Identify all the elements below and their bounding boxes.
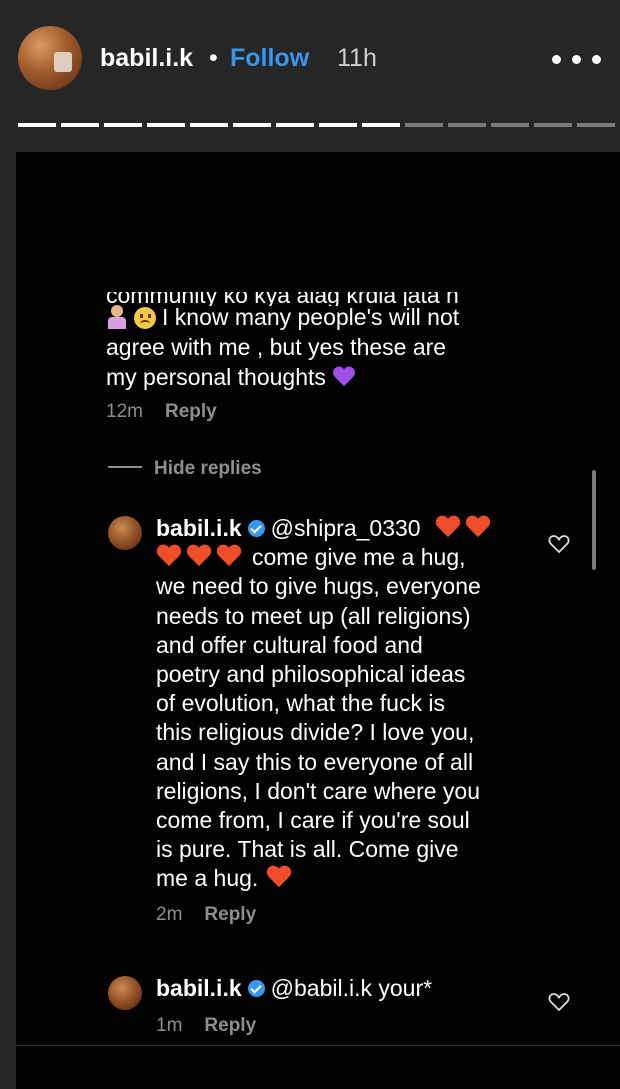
story-progress-segment	[276, 123, 314, 127]
story-progress-segment	[147, 123, 185, 127]
verified-badge-icon	[247, 520, 265, 537]
comment-line-2: agree with me , but yes these are	[106, 334, 447, 360]
sad-face-emoji-icon	[134, 307, 156, 329]
story-progress-segment	[61, 123, 99, 127]
reply1-body: babil.i.k @shipra_0330 come give me a hug…	[156, 514, 556, 926]
hide-replies-button[interactable]: Hide replies	[108, 458, 262, 480]
story-progress-segment	[405, 123, 443, 127]
hide-replies-line	[108, 466, 142, 468]
reply2-text: @babil.i.k your*	[270, 975, 433, 1001]
reply1-line: this religious divide? I love you,	[156, 719, 475, 746]
orange-heart-emoji-icon	[186, 545, 212, 569]
story-progress-segment	[491, 123, 529, 127]
verified-badge-icon	[247, 980, 265, 997]
story-header: babil.i.k • Follow 11h	[0, 0, 620, 120]
reply1-line-2: come give me a hug,	[252, 544, 466, 571]
reply1-reply-button[interactable]: Reply	[204, 904, 256, 925]
story-progress-segment	[577, 123, 615, 127]
person-shrugging-emoji-icon	[106, 305, 128, 329]
orange-heart-emoji-icon	[216, 545, 242, 569]
hide-replies-label: Hide replies	[154, 458, 262, 479]
story-progress-segment	[362, 123, 400, 127]
reply1-line: we need to give hugs, everyone	[156, 573, 481, 600]
reply2-time: 1m	[156, 1015, 183, 1037]
story-progress-segment	[319, 123, 357, 127]
bottom-divider	[16, 1045, 620, 1046]
reply1-line: of evolution, what the fuck is	[156, 690, 445, 717]
reply2-username[interactable]: babil.i.k	[156, 975, 242, 1001]
reply1-line: religions, I don't care where you	[156, 777, 481, 804]
orange-heart-emoji-icon	[435, 516, 461, 540]
story-progress-segment	[18, 123, 56, 127]
story-avatar[interactable]	[18, 26, 82, 90]
reply1-line: poetry and philosophical ideas	[156, 661, 466, 688]
scrollbar[interactable]	[592, 470, 596, 570]
reply1-line: and offer cultural food and	[156, 631, 423, 658]
story-progress-bar	[18, 123, 620, 127]
reply1-meta: 2m Reply	[156, 904, 556, 926]
reply1-last-line: me a hug.	[156, 865, 259, 892]
reply1-username[interactable]: babil.i.k	[156, 515, 242, 541]
reply1-time: 2m	[156, 903, 183, 925]
reply1-line: is pure. That is all. Come give	[156, 836, 459, 863]
reply1-line: come from, I care if you're soul	[156, 807, 470, 834]
reply2-body: babil.i.k @babil.i.k your* 1m Reply	[156, 974, 556, 1037]
story-screenshot-content: community ko kya alag krdia jata h I kno…	[16, 152, 620, 1089]
story-progress-segment	[104, 123, 142, 127]
comment-line-3: my personal thoughts	[106, 364, 326, 390]
like-heart-icon[interactable]	[548, 992, 570, 1012]
comment-line-1: I know many people's will not	[162, 304, 460, 330]
story-username[interactable]: babil.i.k	[100, 44, 193, 73]
follow-button[interactable]: Follow	[230, 44, 309, 73]
header-separator: •	[209, 44, 218, 72]
orange-heart-emoji-icon	[465, 516, 491, 540]
more-options-icon[interactable]	[552, 50, 604, 70]
reply1-avatar[interactable]	[108, 516, 142, 550]
reply1-mention[interactable]: @shipra_0330	[271, 515, 421, 541]
reply1-line: needs to meet up (all religions)	[156, 602, 471, 629]
story-progress-segment	[448, 123, 486, 127]
comment-meta: 12m Reply	[106, 401, 526, 423]
orange-heart-emoji-icon	[156, 545, 182, 569]
story-progress-segment	[233, 123, 271, 127]
comment-reply-button[interactable]: Reply	[165, 401, 217, 422]
reply2-reply-button[interactable]: Reply	[204, 1015, 256, 1036]
comment-time: 12m	[106, 401, 143, 422]
reply2-meta: 1m Reply	[156, 1015, 556, 1037]
story-progress-segment	[190, 123, 228, 127]
reply1-line: and I say this to everyone of all	[156, 748, 474, 775]
reply2-avatar[interactable]	[108, 976, 142, 1010]
story-progress-segment	[534, 123, 572, 127]
orange-heart-emoji-icon	[266, 866, 292, 890]
like-heart-icon[interactable]	[548, 534, 570, 554]
comment-body: I know many people's will not agree with…	[106, 302, 526, 423]
story-timestamp: 11h	[337, 44, 377, 72]
purple-heart-emoji-icon	[332, 367, 356, 389]
